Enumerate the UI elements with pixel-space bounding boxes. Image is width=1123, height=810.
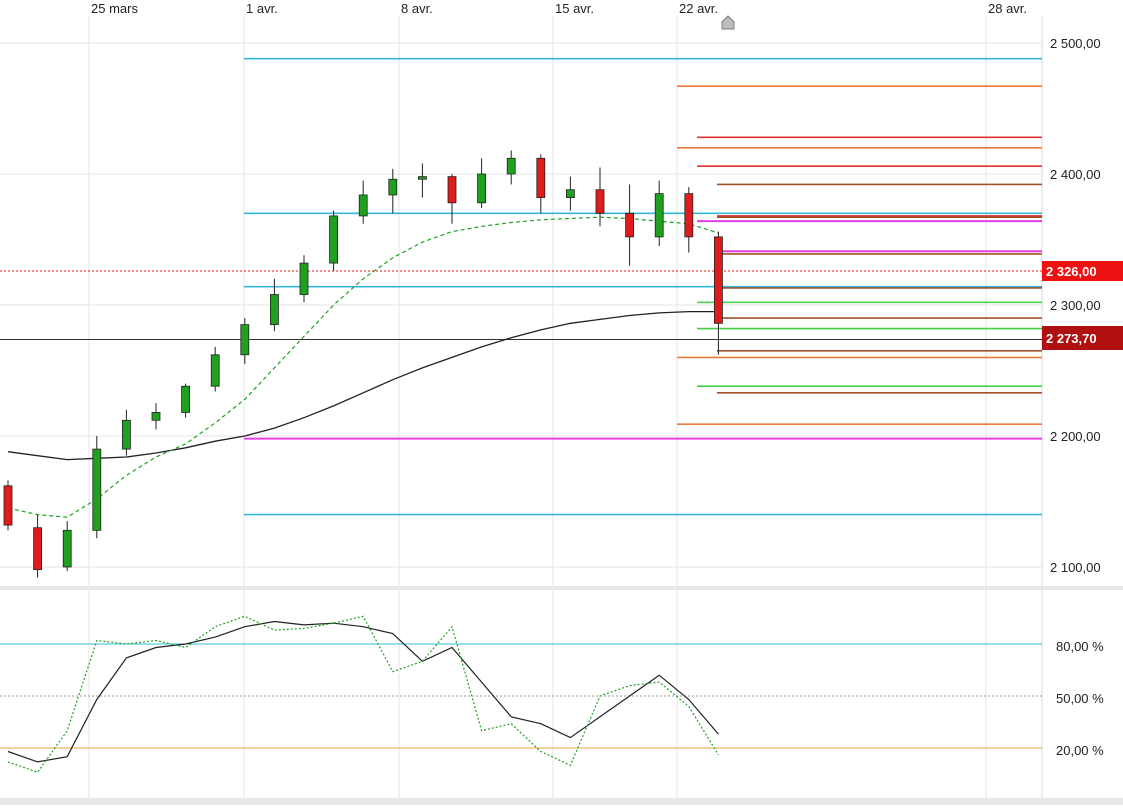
stoch-axis-label-1: 50,00 %	[1056, 691, 1104, 706]
date-label-0: 25 mars	[91, 1, 138, 16]
candle-body	[92, 448, 102, 531]
candle-body	[417, 176, 427, 180]
candle-body	[240, 324, 250, 356]
price-tag-dark-text: 2 273,70	[1046, 331, 1097, 346]
price-pane-background	[0, 16, 1042, 586]
price-axis-label-4: 2 100,00	[1050, 560, 1101, 575]
price-axis-label-0: 2 500,00	[1050, 36, 1101, 51]
candle-body	[62, 529, 72, 568]
candle-body	[536, 157, 546, 198]
candle-body	[33, 527, 42, 571]
date-label-1: 1 avr.	[246, 1, 278, 16]
candle-body	[210, 354, 220, 387]
price-axis-label-2: 2 300,00	[1050, 298, 1101, 313]
date-label-3: 15 avr.	[555, 1, 594, 16]
stoch-pane-background	[0, 590, 1042, 798]
candle-body	[625, 212, 634, 238]
chart-canvas: 25 mars 1 avr. 8 avr. 15 avr. 22 avr. 28…	[0, 1, 1123, 805]
candle-body	[388, 178, 398, 196]
date-label-5: 28 avr.	[988, 1, 1027, 16]
candle-body	[595, 189, 605, 214]
candle	[181, 383, 191, 418]
price-axis-label-1: 2 400,00	[1050, 167, 1101, 182]
trading-chart: 25 mars 1 avr. 8 avr. 15 avr. 22 avr. 28…	[0, 0, 1123, 805]
stoch-axis-label-0: 80,00 %	[1056, 639, 1104, 654]
candle-body	[684, 193, 694, 238]
date-label-4: 22 avr.	[679, 1, 718, 16]
candle-body	[358, 194, 368, 217]
candle-body	[181, 385, 191, 413]
candle-body	[714, 236, 723, 324]
bottom-strip	[0, 798, 1123, 805]
candle-body	[3, 485, 13, 526]
date-label-2: 8 avr.	[401, 1, 433, 16]
price-axis-label-3: 2 200,00	[1050, 429, 1101, 444]
price-tag-red-text: 2 326,00	[1046, 264, 1097, 279]
candle-body	[477, 173, 487, 204]
candle-body	[299, 262, 309, 295]
pane-separator	[0, 586, 1123, 590]
candle-body	[506, 157, 516, 175]
candle	[329, 210, 339, 271]
candle-body	[151, 412, 161, 421]
stoch-axis-label-2: 20,00 %	[1056, 743, 1104, 758]
candle-body	[269, 294, 279, 326]
candle-body	[447, 176, 457, 204]
candle	[92, 436, 102, 539]
candle-body	[566, 189, 575, 198]
candle	[3, 480, 13, 531]
candle-body	[654, 193, 664, 238]
candle-body	[122, 419, 131, 450]
candle-body	[329, 215, 339, 264]
